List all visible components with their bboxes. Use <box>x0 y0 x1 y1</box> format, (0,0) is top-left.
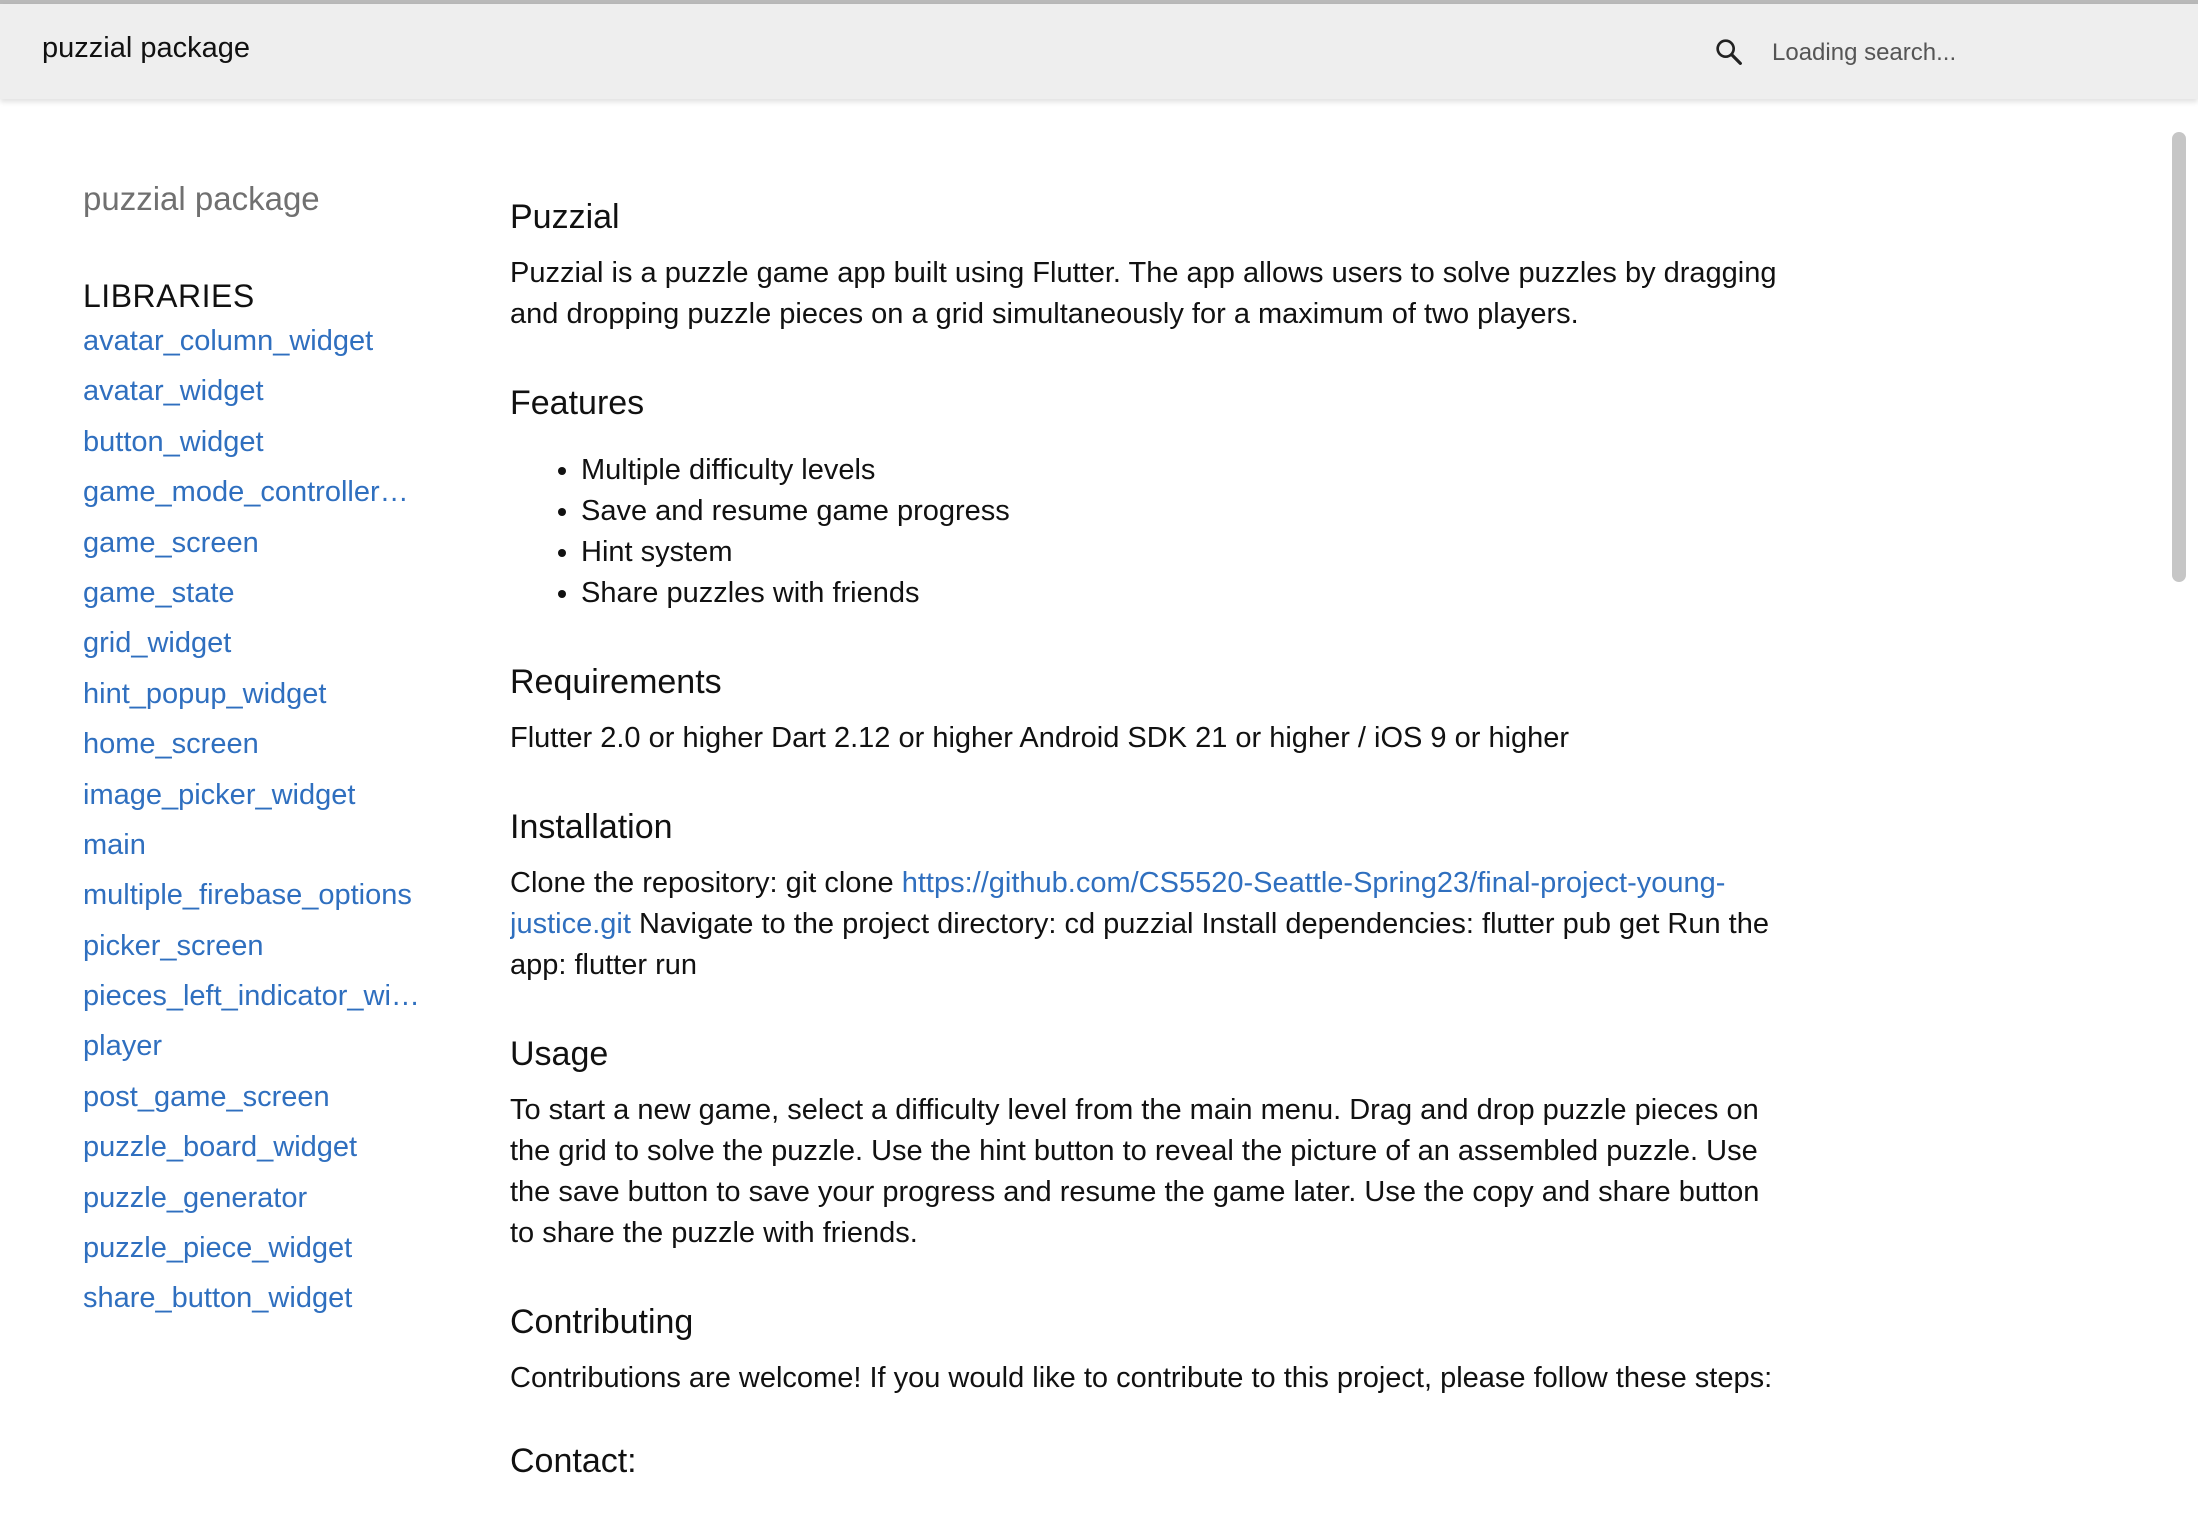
requirements-paragraph: Flutter 2.0 or higher Dart 2.12 or highe… <box>510 722 1570 754</box>
library-list-item: pieces_left_indicator_widget <box>83 978 423 1028</box>
library-link-image-picker-widget[interactable]: image_picker_widget <box>83 777 423 813</box>
header-title[interactable]: puzzial package <box>42 32 250 65</box>
feature-item: Hint system <box>581 532 1790 573</box>
library-link-puzzle-piece-widget[interactable]: puzzle_piece_widget <box>83 1230 423 1266</box>
feature-item: Share puzzles with friends <box>581 573 1790 614</box>
library-link-game-screen[interactable]: game_screen <box>83 525 423 561</box>
library-link-game-mode-controller-widget[interactable]: game_mode_controller_widget <box>83 474 423 510</box>
library-link-multiple-firebase-options[interactable]: multiple_firebase_options <box>83 877 423 913</box>
scrollbar-thumb[interactable] <box>2172 132 2186 582</box>
library-list-item: puzzle_board_widget <box>83 1129 423 1179</box>
library-list-item: button_widget <box>83 424 423 474</box>
library-list-item: game_screen <box>83 525 423 575</box>
intro-paragraph: Puzzial is a puzzle game app built using… <box>510 257 1777 330</box>
library-link-puzzle-board-widget[interactable]: puzzle_board_widget <box>83 1129 423 1165</box>
usage-heading: Usage <box>510 1035 609 1073</box>
installation-heading: Installation <box>510 808 673 846</box>
contact-heading: Contact: <box>510 1442 637 1480</box>
library-list-item: player <box>83 1028 423 1078</box>
library-link-game-state[interactable]: game_state <box>83 575 423 611</box>
library-link-puzzle-generator[interactable]: puzzle_generator <box>83 1180 423 1216</box>
library-list-item: image_picker_widget <box>83 777 423 827</box>
library-list-item: puzzle_generator <box>83 1180 423 1230</box>
main-content: Puzzial Puzzial is a puzzle game app bui… <box>510 195 1790 1480</box>
library-list-item: home_screen <box>83 726 423 776</box>
library-link-post-game-screen[interactable]: post_game_screen <box>83 1079 423 1115</box>
library-list-item: picker_screen <box>83 928 423 978</box>
library-list-item: puzzle_piece_widget <box>83 1230 423 1280</box>
contributing-paragraph: Contributions are welcome! If you would … <box>510 1362 1773 1394</box>
features-heading: Features <box>510 384 645 422</box>
page-title: Puzzial <box>510 198 620 236</box>
sidebar: puzzial package LIBRARIES avatar_column_… <box>83 180 423 1331</box>
library-link-grid-widget[interactable]: grid_widget <box>83 625 423 661</box>
requirements-heading: Requirements <box>510 663 722 701</box>
library-link-button-widget[interactable]: button_widget <box>83 424 423 460</box>
library-link-avatar-column-widget[interactable]: avatar_column_widget <box>83 323 423 359</box>
feature-item: Save and resume game progress <box>581 491 1790 532</box>
installation-prefix: Clone the repository: git clone <box>510 867 902 899</box>
library-link-player[interactable]: player <box>83 1028 423 1064</box>
library-link-home-screen[interactable]: home_screen <box>83 726 423 762</box>
features-list: Multiple difficulty levels Save and resu… <box>510 450 1790 614</box>
search-input[interactable] <box>1760 28 2140 78</box>
library-link-share-button-widget[interactable]: share_button_widget <box>83 1280 423 1316</box>
library-list: avatar_column_widget avatar_widget butto… <box>83 323 423 1331</box>
library-link-main[interactable]: main <box>83 827 423 863</box>
library-list-item: share_button_widget <box>83 1280 423 1330</box>
libraries-heading: LIBRARIES <box>83 278 255 314</box>
library-list-item: grid_widget <box>83 625 423 675</box>
sidebar-package-name: puzzial package <box>83 180 320 217</box>
library-list-item: avatar_widget <box>83 373 423 423</box>
library-list-item: game_mode_controller_widget <box>83 474 423 524</box>
library-list-item: post_game_screen <box>83 1079 423 1129</box>
library-link-picker-screen[interactable]: picker_screen <box>83 928 423 964</box>
library-list-item: main <box>83 827 423 877</box>
library-list-item: game_state <box>83 575 423 625</box>
search-icon[interactable] <box>1713 36 1745 68</box>
installation-paragraph: Clone the repository: git clone https://… <box>510 863 1790 986</box>
library-list-item: hint_popup_widget <box>83 676 423 726</box>
library-link-hint-popup-widget[interactable]: hint_popup_widget <box>83 676 423 712</box>
contributing-heading: Contributing <box>510 1303 694 1341</box>
library-link-pieces-left-indicator-widget[interactable]: pieces_left_indicator_widget <box>83 978 423 1014</box>
top-app-bar: puzzial package <box>0 4 2198 99</box>
usage-paragraph: To start a new game, select a difficulty… <box>510 1094 1760 1249</box>
library-link-avatar-widget[interactable]: avatar_widget <box>83 373 423 409</box>
library-list-item: avatar_column_widget <box>83 323 423 373</box>
installation-suffix: Navigate to the project directory: cd pu… <box>510 908 1769 981</box>
library-list-item: multiple_firebase_options <box>83 877 423 927</box>
feature-item: Multiple difficulty levels <box>581 450 1790 491</box>
